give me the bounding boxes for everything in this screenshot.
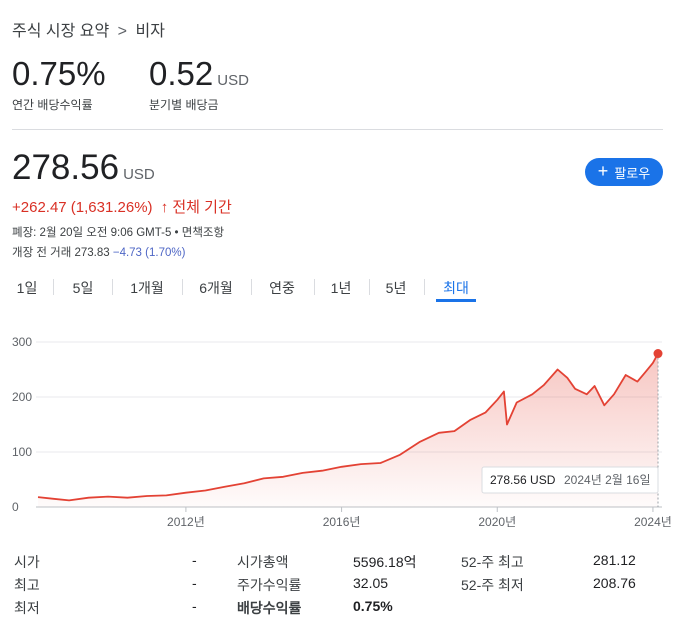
follow-button-label: 팔로우 [614,165,651,181]
stat-dividend-yield-value: 0.75% [353,598,393,614]
price-chart[interactable]: 0 100 200 300 2012년 2016년 2020년 2024년 278.56 U… [0,322,690,532]
price-unit: USD [123,166,155,183]
y-tick-label: 0 [12,500,19,514]
price-change-period: 전체 기간 [172,199,232,216]
stat-low-label: 최저 [14,600,40,616]
tab-1y[interactable]: 1년 [326,270,356,302]
price-value: 278.56 [12,148,120,187]
tooltip-date: 2024년 2월 16일 [564,473,651,487]
y-tick-label: 100 [12,445,32,459]
tab-6m[interactable]: 6개월 [193,270,239,302]
x-axis-labels: 2012년 2016년 2020년 2024년 [167,507,672,529]
price-change: +262.47 (1,631.26%) ↑ 전체 기간 [12,196,232,217]
dividend-yield-value: 0.75% [12,55,106,92]
dividend-label: 분기별 배당금 [149,98,219,112]
stat-52w-high-label: 52-주 최고 [461,554,524,570]
tab-5y[interactable]: 5년 [381,270,411,302]
plus-icon: + [597,161,609,181]
dividend-yield-label: 연간 배당수익률 [12,98,93,112]
stat-market-cap-value: 5596.18억 [353,554,417,570]
premarket-info: 개장 전 거래 273.83 −4.73 (1.70%) [12,244,185,260]
price-change-value: +262.47 (1,631.26%) [12,199,153,216]
tab-ytd[interactable]: 연중 [262,270,302,302]
tab-divider [112,279,113,295]
chart-tooltip: 278.56 USD 2024년 2월 16일 [481,466,659,494]
stat-52w-low-value: 208.76 [593,575,636,591]
tab-5d[interactable]: 5일 [66,270,100,302]
current-price: 278.56 USD [12,150,155,185]
stats-row: 시가 - 시가총액 5596.18억 52-주 최고 281.12 [0,552,690,574]
tab-max[interactable]: 최대 [436,270,476,302]
dividend-amount: 0.52 USD [149,57,249,90]
stats-row: 최고 - 주가수익률 32.05 52-주 최저 208.76 [0,575,690,597]
range-tabs: 1일 5일 1개월 6개월 연중 1년 5년 최대 [0,270,690,304]
stat-open-value: - [192,552,197,568]
breadcrumb-current: 비자 [135,23,165,40]
breadcrumb: 주식 시장 요약 > 비자 [12,17,165,41]
tab-1m[interactable]: 1개월 [124,270,170,302]
tab-1d[interactable]: 1일 [10,270,44,302]
tab-divider [369,279,370,295]
x-tick-label: 2016년 [323,515,361,529]
dividend-amount-value: 0.52 [149,55,214,92]
section-divider [12,129,663,130]
x-tick-label: 2024년 [634,515,672,529]
stat-low-value: - [192,598,197,614]
stat-high-label: 최고 [14,577,40,593]
breadcrumb-separator: > [117,23,128,40]
tooltip-price: 278.56 USD [490,473,556,487]
tab-divider [182,279,183,295]
y-tick-label: 200 [12,390,32,404]
premarket-price: 개장 전 거래 273.83 [12,247,113,259]
stat-dividend-yield-label: 배당수익률 [237,600,302,616]
tab-divider [53,279,54,295]
follow-button[interactable]: + 팔로우 [585,158,663,186]
breadcrumb-parent[interactable]: 주식 시장 요약 [12,23,109,40]
close-info: 폐장: 2월 20일 오전 9:06 GMT-5 • 면책조항 [12,227,225,239]
premarket-change: −4.73 (1.70%) [112,247,186,259]
stat-pe-value: 32.05 [353,575,389,591]
stat-52w-low-label: 52-주 최저 [461,577,524,593]
stat-52w-high-value: 281.12 [593,552,636,568]
series-last-point[interactable] [653,349,663,359]
stats-row: 최저 - 배당수익률 0.75% [0,598,690,620]
y-tick-label: 300 [12,335,32,349]
stat-pe-label: 주가수익률 [237,577,302,593]
stat-market-cap-label: 시가총액 [237,554,289,570]
dividend-unit: USD [217,72,249,89]
x-tick-label: 2020년 [478,515,516,529]
tab-divider [314,279,315,295]
y-axis-labels: 0 100 200 300 [12,335,32,514]
stat-open-label: 시가 [14,554,40,570]
stat-high-value: - [192,575,197,591]
tab-divider [424,279,425,295]
arrow-up-icon: ↑ [160,199,169,216]
tab-divider [251,279,252,295]
x-tick-label: 2012년 [167,515,205,529]
